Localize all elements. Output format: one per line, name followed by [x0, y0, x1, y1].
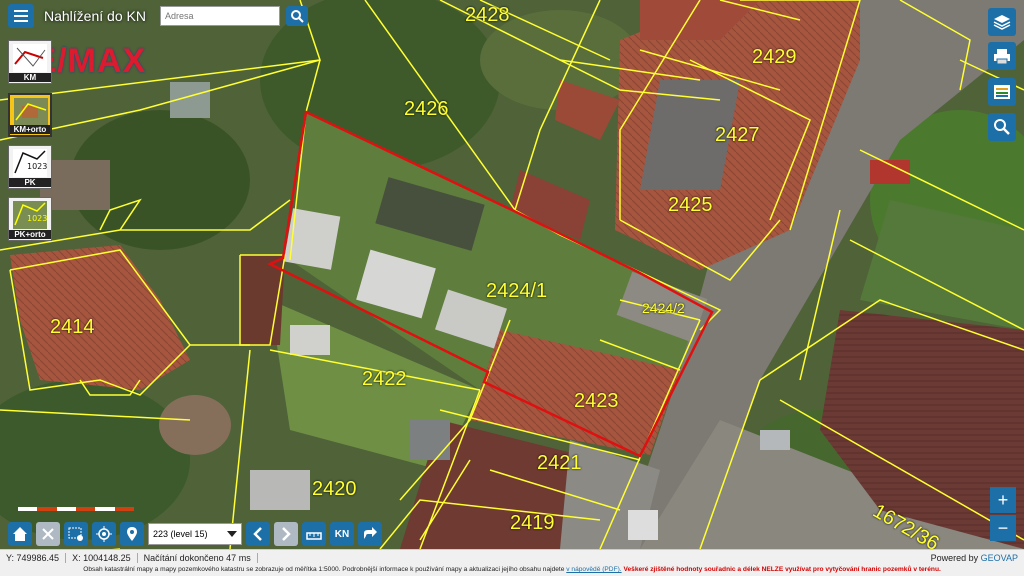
zoom-box-icon — [68, 527, 83, 541]
map-canvas[interactable] — [0, 0, 1024, 549]
address-search-input[interactable] — [159, 6, 280, 26]
layer-km-button[interactable]: KM — [8, 40, 52, 84]
share-button[interactable] — [358, 522, 382, 546]
parcel-label: 2419 — [510, 512, 555, 534]
coord-x: X: 1004148.25 — [66, 552, 138, 563]
parcel-label: 2428 — [465, 4, 510, 26]
parcel-label: 2423 — [574, 390, 619, 412]
zoom-box-button[interactable] — [64, 522, 88, 546]
loading-status: Načítání dokončeno 47 ms — [138, 552, 258, 563]
scale-bar — [18, 507, 134, 511]
layer-pk-orto-button[interactable]: 1023 PK+orto — [8, 197, 52, 241]
search-button[interactable] — [285, 6, 308, 26]
layer-km-orto-label: KM+orto — [10, 125, 50, 134]
layers-button[interactable] — [988, 8, 1016, 36]
powered-by-prefix: Powered by — [930, 552, 979, 563]
parcel-label: 2426 — [404, 98, 449, 120]
crosshair-icon — [96, 526, 112, 542]
home-button[interactable] — [8, 522, 32, 546]
scale-select[interactable]: 223 (level 15) — [148, 523, 242, 545]
history-back-button[interactable] — [246, 522, 270, 546]
parcel-label: 2422 — [362, 368, 407, 390]
cadastral-map-icon — [13, 44, 47, 72]
menu-button[interactable] — [8, 4, 34, 28]
printer-icon — [994, 49, 1010, 65]
parcel-label: 2425 — [668, 194, 713, 216]
home-icon — [13, 527, 27, 541]
print-button[interactable] — [988, 42, 1016, 70]
parcel-label: 2421 — [537, 452, 582, 474]
search-icon — [290, 10, 304, 23]
cadastral-orto-icon — [14, 98, 48, 126]
parcel-label: 2429 — [752, 46, 797, 68]
measure-button[interactable] — [302, 522, 326, 546]
zoom-out-button[interactable]: − — [990, 515, 1016, 541]
status-bar: Y: 749986.45 X: 1004148.25 Načítání doko… — [0, 549, 1024, 565]
svg-text:1023: 1023 — [27, 214, 47, 223]
locate-button[interactable] — [92, 522, 116, 546]
scale-select-value: 223 (level 15) — [153, 529, 208, 539]
app-title: Nahlížení do KN — [44, 8, 146, 24]
share-icon — [364, 527, 377, 539]
legend-button[interactable] — [988, 78, 1016, 106]
svg-text:1023: 1023 — [27, 162, 47, 171]
close-icon — [42, 528, 54, 540]
layer-km-label: KM — [9, 73, 51, 82]
parcel-label: 2424/2 — [642, 300, 685, 316]
land-register-icon: 1023 — [13, 149, 47, 177]
marker-button[interactable] — [120, 522, 144, 546]
top-bar: Nahlížení do KN — [8, 4, 308, 28]
chevron-right-icon — [282, 527, 291, 541]
layer-pk-orto-label: PK+orto — [9, 230, 51, 239]
help-pdf-link[interactable]: v nápovědě (PDF). — [566, 566, 621, 573]
legend-icon — [994, 85, 1010, 99]
kn-label: KN — [334, 528, 350, 540]
powered-by: Powered by GEOVAP — [931, 553, 1024, 563]
history-forward-button[interactable] — [274, 522, 298, 546]
magnifier-icon — [994, 119, 1010, 135]
layers-icon — [993, 15, 1011, 30]
powered-by-link[interactable]: GEOVAP — [981, 553, 1018, 563]
land-register-orto-icon: 1023 — [13, 201, 47, 229]
chevron-left-icon — [253, 527, 262, 541]
parcel-label: 2424/1 — [486, 280, 548, 302]
layer-km-orto-button[interactable]: KM+orto — [8, 93, 52, 137]
chevron-down-icon — [227, 531, 237, 537]
parcel-label: 2414 — [50, 316, 95, 338]
map-pin-icon — [127, 527, 137, 541]
layer-pk-button[interactable]: 1023 PK — [8, 145, 52, 189]
parcel-label: 2420 — [312, 478, 357, 500]
ruler-icon — [306, 532, 322, 540]
disclaimer-warning: Veškeré zjištěné hodnoty souřadnic a dél… — [623, 566, 941, 573]
disclaimer: Obsah katastrální mapy a mapy pozemkovéh… — [0, 564, 1024, 576]
disclaimer-text: Obsah katastrální mapy a mapy pozemkovéh… — [83, 566, 565, 573]
bottom-toolbar: 223 (level 15) KN — [8, 521, 382, 547]
identify-button[interactable] — [988, 113, 1016, 141]
parcel-label: 2427 — [715, 124, 760, 146]
coord-y: Y: 749986.45 — [0, 552, 67, 563]
zoom-in-button[interactable]: + — [990, 487, 1016, 513]
layer-pk-label: PK — [9, 178, 51, 187]
kn-button[interactable]: KN — [330, 522, 354, 546]
clear-button[interactable] — [36, 522, 60, 546]
